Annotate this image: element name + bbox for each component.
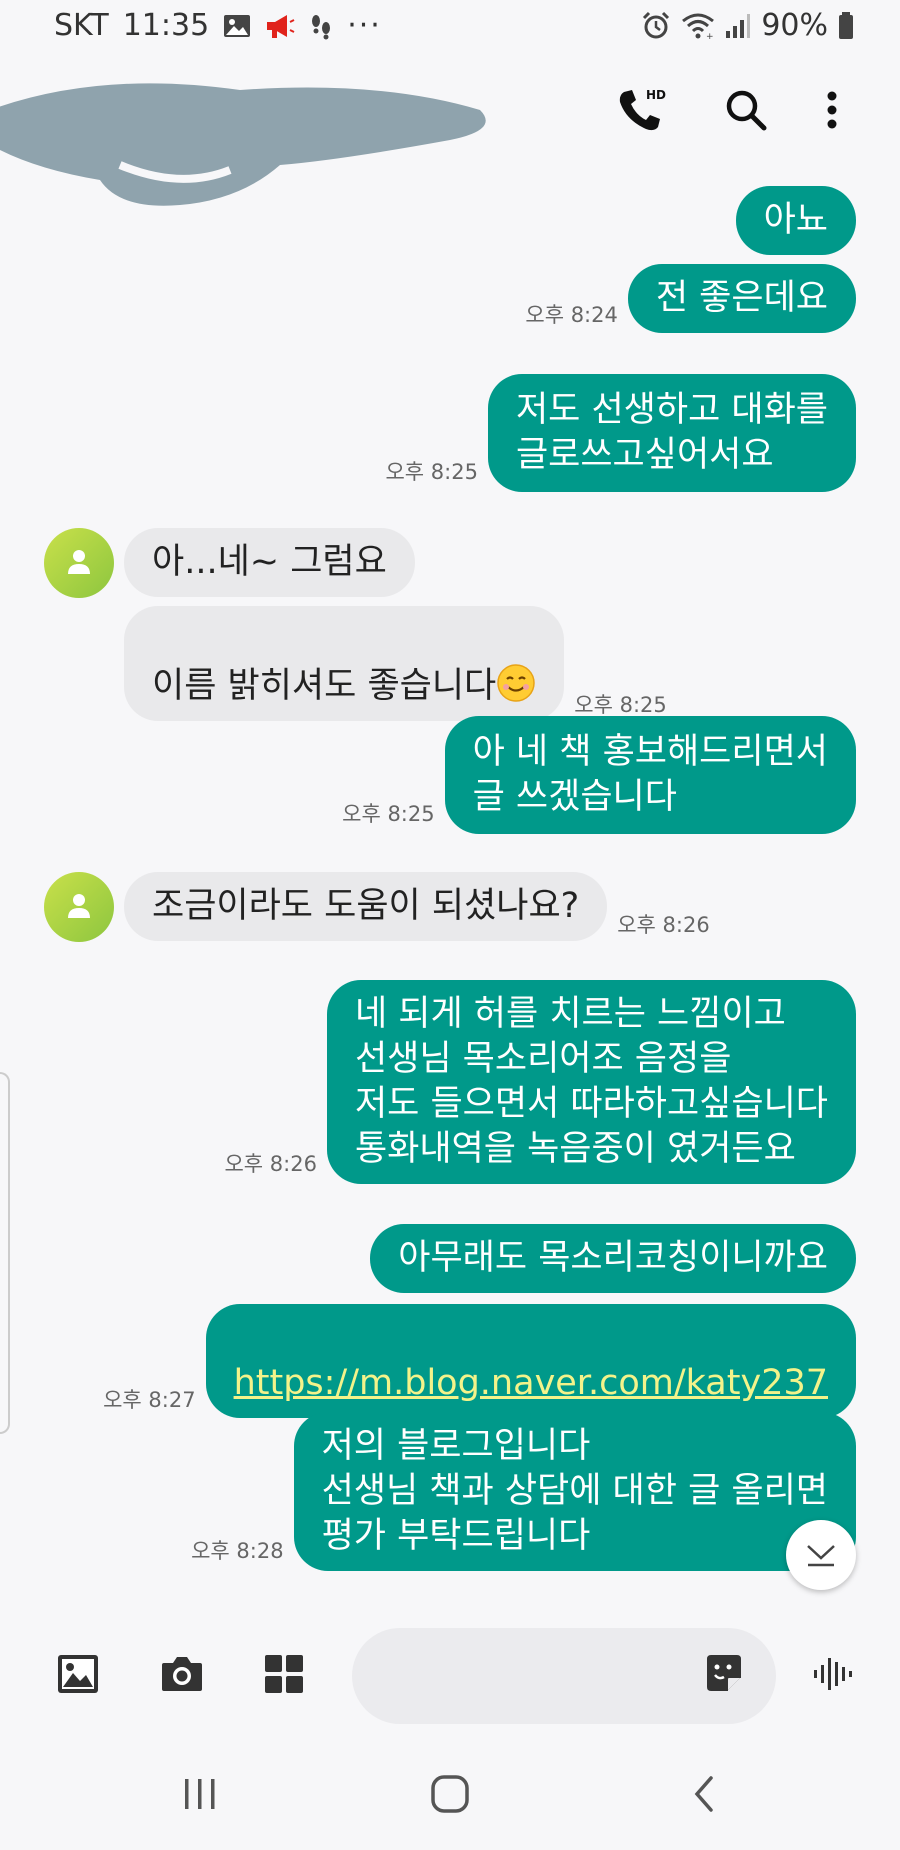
message-outgoing: 아무래도 목소리코칭이니까요 — [370, 1224, 856, 1293]
message-outgoing: 오후 8:25 아 네 책 홍보해드리면서 글 쓰겠습니다 — [342, 716, 856, 834]
message-bubble[interactable]: 이름 밝히셔도 좋습니다 — [124, 606, 565, 721]
message-time: 오후 8:25 — [342, 802, 435, 826]
contact-avatar[interactable] — [44, 872, 114, 942]
message-input-container — [352, 1628, 776, 1724]
smiling-face-emoji-icon — [496, 663, 536, 703]
recent-apps-button[interactable] — [170, 1768, 230, 1824]
message-composer — [0, 1608, 900, 1738]
back-button[interactable] — [674, 1768, 734, 1824]
message-outgoing: 오후 8:26 네 되게 허를 치르는 느낌이고 선생님 목소리어조 음정을 저… — [224, 980, 856, 1184]
message-bubble[interactable]: 저의 블로그입니다 선생님 책과 상담에 대한 글 올리면 평가 부탁드립니다 — [293, 1412, 856, 1571]
attach-image-button[interactable] — [50, 1648, 106, 1704]
battery-percent: 90% — [761, 8, 828, 43]
voice-icon — [812, 1656, 856, 1696]
message-time: 오후 8:26 — [617, 913, 710, 937]
redaction-scribble — [0, 83, 486, 206]
more-notifications-label: ··· — [347, 8, 382, 43]
search-button[interactable] — [718, 84, 774, 140]
message-time: 오후 8:27 — [103, 1388, 196, 1412]
message-bubble[interactable]: 네 되게 허를 치르는 느낌이고 선생님 목소리어조 음정을 저도 들으면서 따… — [326, 980, 856, 1184]
clock-label: 11:35 — [122, 8, 210, 43]
more-options-button[interactable] — [804, 84, 860, 140]
footprints-icon — [309, 12, 333, 40]
search-icon — [724, 88, 768, 136]
hd-call-icon: HD — [614, 84, 666, 140]
message-time: 오후 8:25 — [574, 693, 667, 717]
message-time: 오후 8:26 — [224, 1152, 317, 1176]
hd-call-button[interactable]: HD — [612, 84, 668, 140]
chevron-down-icon — [804, 1538, 838, 1572]
gallery-icon — [223, 13, 251, 39]
message-input[interactable] — [380, 1652, 714, 1702]
blog-link[interactable]: https://m.blog.naver.com/katy237 — [234, 1363, 828, 1403]
status-bar: SKT 11:35 ··· + 90% — [0, 0, 900, 56]
camera-icon — [160, 1655, 204, 1697]
message-outgoing: 오후 8:28 저의 블로그입니다 선생님 책과 상담에 대한 글 올리면 평가… — [191, 1412, 856, 1571]
wifi-icon: + — [681, 12, 715, 40]
message-time: 오후 8:25 — [385, 460, 478, 484]
recent-apps-icon — [182, 1777, 218, 1815]
image-icon — [56, 1653, 100, 1699]
contact-avatar[interactable] — [44, 528, 114, 598]
sticker-button[interactable] — [700, 1652, 748, 1700]
more-vert-icon — [824, 90, 840, 134]
signal-icon — [725, 13, 751, 39]
person-icon — [64, 890, 94, 924]
message-outgoing: 오후 8:24 전 좋은데요 — [525, 264, 856, 333]
message-incoming: 조금이라도 도움이 되셨나요? 오후 8:26 — [124, 872, 710, 941]
alarm-icon — [641, 11, 671, 41]
message-text: 이름 밝히셔도 좋습니다 — [152, 666, 497, 706]
edge-panel-handle[interactable] — [0, 1072, 10, 1434]
message-bubble[interactable]: 저도 선생하고 대화를 글로쓰고싶어서요 — [487, 374, 856, 492]
voice-record-button[interactable] — [806, 1648, 862, 1704]
message-time: 오후 8:28 — [191, 1539, 284, 1563]
message-bubble[interactable]: 조금이라도 도움이 되셨나요? — [124, 872, 608, 941]
scroll-to-bottom-button[interactable] — [786, 1520, 856, 1590]
message-bubble[interactable]: 전 좋은데요 — [627, 264, 856, 333]
message-bubble[interactable]: 아무래도 목소리코칭이니까요 — [370, 1224, 856, 1293]
carrier-label: SKT — [54, 8, 109, 43]
svg-text:+: + — [706, 32, 714, 40]
message-outgoing: 아뇨 — [735, 186, 856, 255]
message-outgoing: 오후 8:25 저도 선생하고 대화를 글로쓰고싶어서요 — [385, 374, 856, 492]
svg-text:HD: HD — [646, 88, 666, 102]
message-bubble[interactable]: 아뇨 — [735, 186, 856, 255]
person-icon — [64, 546, 94, 580]
battery-icon — [838, 11, 854, 40]
message-bubble[interactable]: 아...네~ 그럼요 — [124, 528, 415, 597]
message-incoming: 아...네~ 그럼요 — [124, 528, 415, 597]
navigation-bar — [0, 1740, 900, 1850]
conversation-header: HD — [0, 60, 900, 206]
home-icon — [430, 1774, 470, 1818]
message-incoming: 이름 밝히셔도 좋습니다 오후 8:25 — [124, 606, 667, 721]
message-bubble: https://m.blog.naver.com/katy237 — [205, 1304, 856, 1418]
apps-button[interactable] — [256, 1648, 312, 1704]
message-time: 오후 8:24 — [525, 303, 618, 327]
home-button[interactable] — [420, 1768, 480, 1824]
message-outgoing: 오후 8:27 https://m.blog.naver.com/katy237 — [103, 1304, 856, 1418]
apps-grid-icon — [264, 1654, 304, 1698]
back-icon — [689, 1775, 719, 1817]
megaphone-icon — [265, 12, 295, 40]
camera-button[interactable] — [154, 1648, 210, 1704]
sticker-icon — [703, 1653, 745, 1699]
message-bubble[interactable]: 아 네 책 홍보해드리면서 글 쓰겠습니다 — [444, 716, 856, 834]
